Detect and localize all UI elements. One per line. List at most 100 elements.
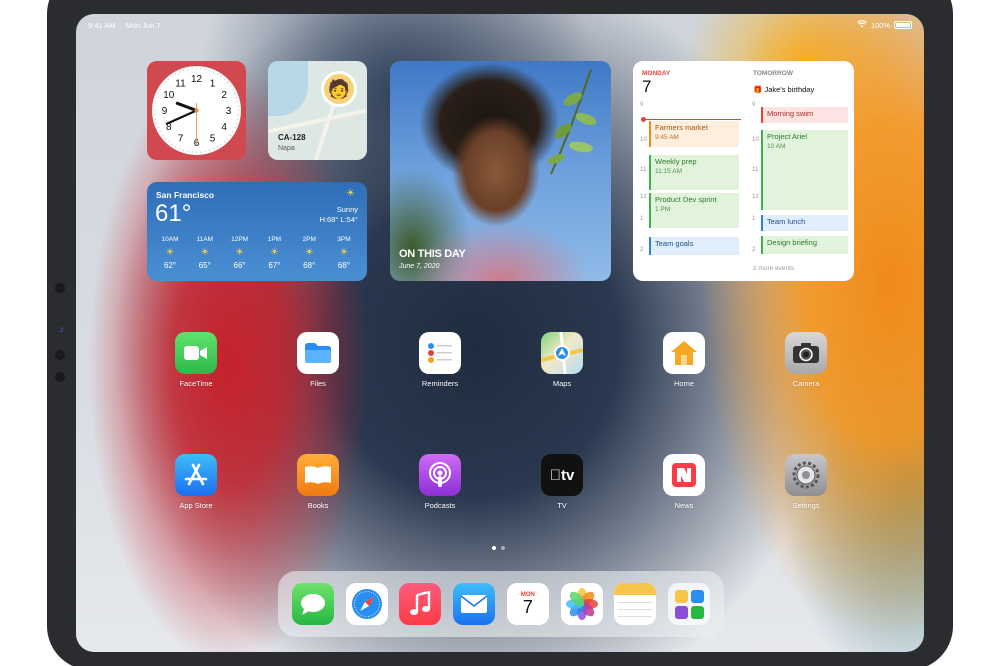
maps-icon <box>541 332 583 374</box>
app-label: Podcasts <box>424 501 456 510</box>
side-mark: 2 <box>60 328 64 334</box>
photos-memory-widget[interactable]: ON THIS DAY June 7, 2020 <box>390 61 611 281</box>
app-reminders[interactable]: Reminders <box>400 332 480 388</box>
books-icon <box>297 454 339 496</box>
app-app-store[interactable]: App Store <box>156 454 236 510</box>
calendar-widget[interactable]: MONDAY 7 9 10 11 12 1 2 Farmers market 9:… <box>633 61 854 281</box>
settings-icon <box>785 454 827 496</box>
page-dot[interactable] <box>501 546 505 550</box>
app-home[interactable]: Home <box>644 332 724 388</box>
app-maps[interactable]: Maps <box>522 332 602 388</box>
app-books[interactable]: Books <box>278 454 358 510</box>
reminders-icon <box>419 332 461 374</box>
mail-icon[interactable] <box>453 583 496 625</box>
app-label: Camera <box>792 379 820 388</box>
weather-condition: Sunny <box>336 205 358 214</box>
messages-icon[interactable] <box>291 583 334 625</box>
home-screen: 9:41 AM Mon Jun 7 100% 123456789101112 <box>76 14 924 652</box>
weather-hour: 2PM ☀ 68° <box>294 236 324 270</box>
app-facetime[interactable]: FaceTime <box>156 332 236 388</box>
clock-widget[interactable]: 123456789101112 <box>147 61 246 160</box>
battery-percent: 100% <box>870 20 890 30</box>
calendar-hour: 1 <box>640 216 644 222</box>
calendar-hour: 10 <box>640 137 647 143</box>
app-label: Books <box>307 501 329 510</box>
calendar-event[interactable]: Project Ariel 10 AM <box>761 130 848 210</box>
clock-numeral: 11 <box>175 78 186 89</box>
app-camera[interactable]: Camera <box>766 332 846 388</box>
app-label: Settings <box>792 501 820 510</box>
sun-icon: ☀ <box>339 247 349 258</box>
page-dot[interactable] <box>492 546 496 550</box>
birthday-event[interactable]: 🎁 Jake's birthday <box>753 85 814 94</box>
calendar-hour: 11 <box>640 167 647 173</box>
weather-city: San Francisco <box>156 190 215 200</box>
clock-numeral: 7 <box>178 134 184 145</box>
sun-icon: ☀ <box>235 247 245 258</box>
apple-logo-icon:  <box>550 467 561 484</box>
camera-icon <box>785 332 827 374</box>
notes-icon[interactable] <box>614 583 657 625</box>
map-road <box>313 101 337 160</box>
app-label: Reminders <box>421 379 459 388</box>
calendar-event[interactable]: Design briefing <box>761 236 848 254</box>
app-label: FaceTime <box>179 379 213 388</box>
calendar-tomorrow-column: TOMORROW 🎁 Jake's birthday 9 10 11 12 1 … <box>745 61 854 281</box>
status-time: 9:41 AM <box>88 20 116 30</box>
calendar-hour: 9 <box>752 102 756 108</box>
calendar-today-column: MONDAY 7 9 10 11 12 1 2 Farmers market 9:… <box>633 61 745 281</box>
tv-icon: tv <box>541 454 583 496</box>
weather-high-low: H:68° L:54° <box>319 215 358 224</box>
sun-icon: ☀ <box>200 247 210 258</box>
facetime-icon <box>175 332 217 374</box>
calendar-event[interactable]: Farmers market 9:45 AM <box>649 121 739 147</box>
news-icon <box>663 454 705 496</box>
app-news[interactable]: News <box>644 454 724 510</box>
app-folder-icon[interactable] <box>668 583 711 625</box>
leaves-illustration <box>547 69 597 175</box>
app-tv[interactable]: tv TV <box>522 454 602 510</box>
calendar-icon[interactable]: MON 7 <box>506 583 549 625</box>
clock-numeral: 12 <box>191 74 203 85</box>
calendar-event[interactable]: Team lunch <box>761 215 848 231</box>
app-podcasts[interactable]: Podcasts <box>400 454 480 510</box>
podcasts-icon <box>419 454 461 496</box>
weather-hour: 1PM ☀ 67° <box>259 236 289 270</box>
maps-widget[interactable]: 🧑 CA-128 Napa <box>268 61 367 160</box>
app-files[interactable]: Files <box>278 332 358 388</box>
calendar-event[interactable]: Morning swim <box>761 107 848 123</box>
clock-numeral: 5 <box>210 134 216 145</box>
calendar-event[interactable]: Weekly prep 11:15 AM <box>649 155 739 190</box>
calendar-tomorrow-label: TOMORROW <box>753 70 793 77</box>
weather-hourly: 10AM ☀ 62° 11AM ☀ 65° 12PM ☀ 66° 1PM ☀ 67° 2PM ☀ 6… <box>155 236 359 270</box>
more-events-label[interactable]: 2 more events <box>753 265 794 272</box>
app-label: App Store <box>179 501 213 510</box>
calendar-hour: 11 <box>752 167 759 173</box>
clock-numeral: 2 <box>221 90 227 101</box>
weather-temp: 61° <box>155 200 192 227</box>
photos-icon[interactable] <box>560 583 603 625</box>
wifi-icon <box>856 20 867 30</box>
minute-hand <box>165 109 198 125</box>
gift-icon: 🎁 <box>753 85 763 94</box>
calendar-hour: 2 <box>640 247 644 253</box>
files-icon <box>297 332 339 374</box>
weather-hour: 12PM ☀ 66° <box>225 236 255 270</box>
weather-hour: 3PM ☀ 68° <box>329 236 359 270</box>
hour-hand <box>175 101 198 112</box>
memory-title: ON THIS DAY <box>399 248 466 260</box>
safari-icon[interactable] <box>345 583 388 625</box>
app-store-icon <box>175 454 217 496</box>
calendar-event[interactable]: Product Dev sprint 1 PM <box>649 193 739 228</box>
calendar-event[interactable]: Team goals <box>649 237 739 255</box>
page-indicator[interactable] <box>492 546 505 550</box>
weather-widget[interactable]: San Francisco 61° ☀ Sunny H:68° L:54° 10… <box>147 182 367 281</box>
app-settings[interactable]: Settings <box>766 454 846 510</box>
current-time-indicator <box>641 117 741 122</box>
sun-icon: ☀ <box>346 188 355 199</box>
memoji-avatar: 🧑 <box>321 71 357 107</box>
music-icon[interactable] <box>399 583 442 625</box>
weather-hour: 11AM ☀ 65° <box>190 236 220 270</box>
dock-calendar-date: 7 <box>522 597 533 617</box>
app-label: News <box>674 501 694 510</box>
